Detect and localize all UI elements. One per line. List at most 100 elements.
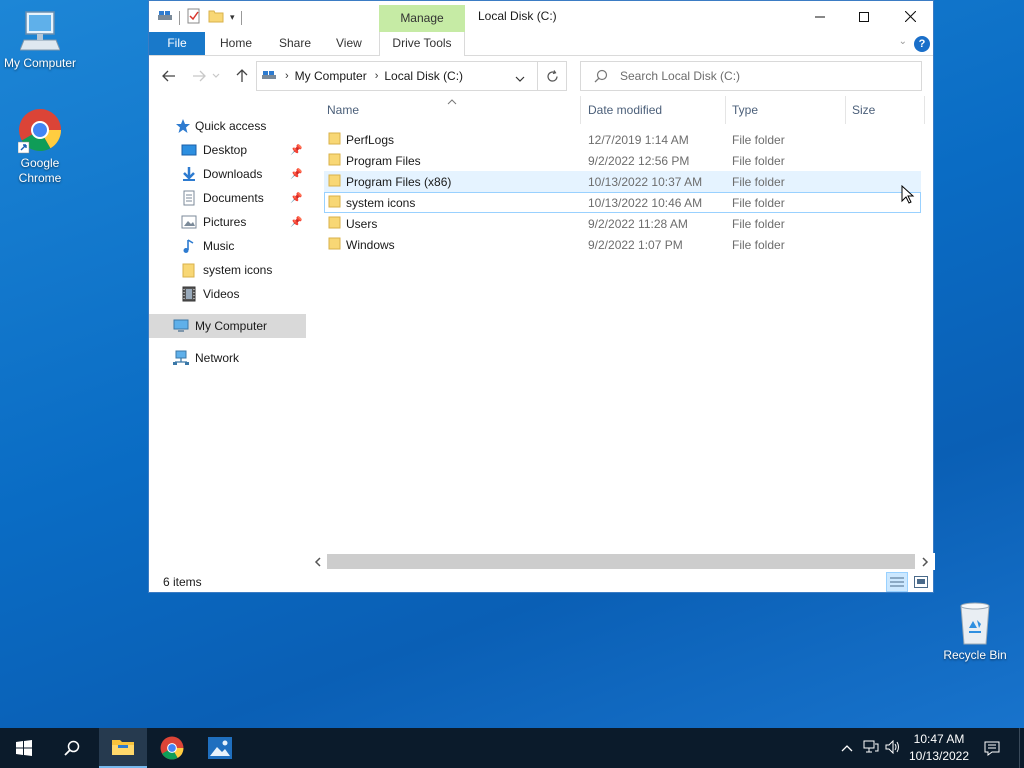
- back-button[interactable]: [159, 67, 179, 85]
- nav-item-desktop[interactable]: Desktop 📌: [149, 138, 306, 162]
- breadcrumb-local-disk[interactable]: Local Disk (C:): [384, 69, 463, 83]
- tab-file[interactable]: File: [149, 32, 205, 55]
- taskbar-clock[interactable]: 10:47 AM 10/13/2022: [905, 731, 973, 765]
- column-header-size[interactable]: Size: [852, 96, 875, 124]
- file-type: File folder: [732, 175, 785, 189]
- column-divider[interactable]: [580, 96, 581, 124]
- close-button[interactable]: [887, 1, 933, 32]
- desktop-icon-my-computer[interactable]: My Computer: [0, 10, 80, 71]
- address-history-dropdown[interactable]: [515, 72, 525, 86]
- nav-item-downloads[interactable]: Downloads 📌: [149, 162, 306, 186]
- file-date: 12/7/2019 1:14 AM: [588, 133, 689, 147]
- folder-icon: [328, 132, 341, 145]
- tab-home[interactable]: Home: [220, 32, 252, 55]
- file-type: File folder: [732, 133, 785, 147]
- pin-icon[interactable]: 📌: [290, 217, 302, 228]
- column-header-type[interactable]: Type: [732, 96, 758, 124]
- clock-time: 10:47 AM: [913, 732, 965, 746]
- folder-icon: [182, 263, 195, 278]
- search-input[interactable]: Search Local Disk (C:): [580, 61, 922, 91]
- volume-icon[interactable]: [882, 739, 904, 757]
- show-desktop-button[interactable]: [1019, 728, 1024, 768]
- nav-label: Pictures: [203, 215, 247, 229]
- computer-icon: [173, 319, 189, 332]
- table-row[interactable]: system icons 10/13/2022 10:46 AM File fo…: [324, 192, 921, 213]
- search-icon: [64, 740, 80, 756]
- chevron-down-icon: [515, 76, 525, 82]
- desktop-icon: [181, 144, 197, 156]
- show-hidden-icons-icon[interactable]: [838, 741, 856, 755]
- desktop-icon-label: Recycle Bin: [943, 648, 1007, 662]
- action-center-button[interactable]: [968, 728, 1016, 768]
- network-icon: [173, 350, 189, 365]
- horizontal-scrollbar[interactable]: [309, 553, 935, 570]
- network-tray-icon[interactable]: [860, 740, 882, 757]
- nav-item-quick-access[interactable]: Quick access: [149, 114, 306, 138]
- large-icons-view-button[interactable]: [910, 572, 932, 592]
- file-type: File folder: [732, 154, 785, 168]
- column-divider[interactable]: [725, 96, 726, 124]
- help-icon[interactable]: ?: [914, 36, 930, 52]
- address-bar[interactable]: › My Computer › Local Disk (C:): [256, 61, 567, 91]
- table-row[interactable]: Program Files (x86) 10/13/2022 10:37 AM …: [324, 171, 921, 192]
- search-button[interactable]: [48, 728, 96, 768]
- column-header-name[interactable]: Name: [327, 96, 359, 124]
- file-name: Windows: [346, 238, 395, 252]
- new-folder-icon[interactable]: [208, 8, 224, 27]
- recent-locations-button[interactable]: [209, 67, 223, 85]
- table-row[interactable]: Program Files 9/2/2022 12:56 PM File fol…: [324, 150, 921, 171]
- scrollbar-thumb[interactable]: [327, 554, 915, 569]
- table-row[interactable]: Windows 9/2/2022 1:07 PM File folder: [324, 234, 921, 255]
- taskbar-chrome[interactable]: [148, 728, 196, 768]
- item-count: 6 items: [163, 575, 202, 589]
- nav-item-network[interactable]: Network: [149, 346, 306, 370]
- breadcrumb-separator-icon[interactable]: ›: [375, 70, 379, 82]
- pictures-icon: [181, 215, 197, 229]
- nav-item-videos[interactable]: Videos: [149, 282, 306, 306]
- nav-item-system-icons[interactable]: system icons: [149, 258, 306, 282]
- tab-view[interactable]: View: [336, 32, 362, 55]
- nav-item-documents[interactable]: Documents 📌: [149, 186, 306, 210]
- drive-icon[interactable]: [157, 9, 173, 26]
- customize-qat-icon[interactable]: ▾: [230, 12, 235, 23]
- taskbar-photos[interactable]: [196, 728, 244, 768]
- nav-item-my-computer[interactable]: My Computer: [149, 314, 306, 338]
- taskbar: 10:47 AM 10/13/2022: [0, 728, 1024, 768]
- desktop-icon-recycle-bin[interactable]: Recycle Bin: [935, 602, 1015, 663]
- column-divider[interactable]: [924, 96, 925, 124]
- ribbon-expand-icon[interactable]: ⌄: [899, 36, 907, 47]
- up-button[interactable]: [232, 67, 252, 85]
- pin-icon[interactable]: 📌: [290, 145, 302, 156]
- file-name: Users: [346, 217, 378, 231]
- desktop-icon-chrome[interactable]: Google Chrome: [0, 106, 80, 186]
- title-bar[interactable]: ▾ Manage Local Disk (C:): [149, 1, 933, 32]
- back-arrow-icon: [162, 70, 175, 82]
- column-divider[interactable]: [845, 96, 846, 124]
- minimize-button[interactable]: [797, 1, 843, 32]
- column-header-date-modified[interactable]: Date modified: [588, 96, 662, 124]
- scroll-left-icon[interactable]: [314, 557, 322, 567]
- properties-icon[interactable]: [186, 8, 202, 27]
- photos-icon: [208, 737, 232, 759]
- forward-button[interactable]: [189, 67, 209, 85]
- pin-icon[interactable]: 📌: [290, 193, 302, 204]
- refresh-button[interactable]: [537, 61, 567, 91]
- start-button[interactable]: [0, 728, 48, 768]
- tab-manage[interactable]: Manage: [379, 5, 465, 32]
- folder-icon: [328, 153, 341, 166]
- pin-icon[interactable]: 📌: [290, 169, 302, 180]
- maximize-button[interactable]: [841, 1, 887, 32]
- table-row[interactable]: PerfLogs 12/7/2019 1:14 AM File folder: [324, 129, 921, 150]
- taskbar-file-explorer[interactable]: [99, 728, 147, 768]
- scroll-right-icon[interactable]: [921, 557, 929, 567]
- music-icon: [183, 239, 194, 253]
- nav-item-music[interactable]: Music: [149, 234, 306, 258]
- tab-drive-tools[interactable]: Drive Tools: [379, 32, 465, 56]
- table-row[interactable]: Users 9/2/2022 11:28 AM File folder: [324, 213, 921, 234]
- status-bar: 6 items: [149, 572, 933, 593]
- breadcrumb-my-computer[interactable]: My Computer: [295, 69, 367, 83]
- details-view-button[interactable]: [886, 572, 908, 592]
- tab-share[interactable]: Share: [279, 32, 311, 55]
- nav-item-pictures[interactable]: Pictures 📌: [149, 210, 306, 234]
- breadcrumb-separator-icon[interactable]: ›: [285, 70, 289, 82]
